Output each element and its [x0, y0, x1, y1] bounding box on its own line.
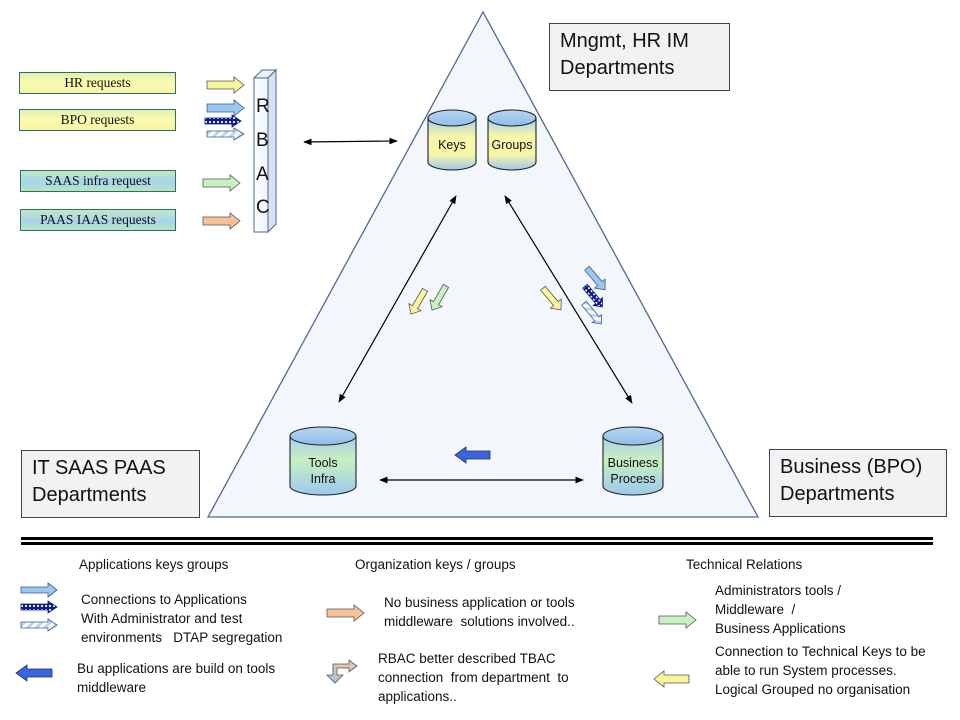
arrow-bpo-striped	[206, 127, 245, 141]
legend-text-line: able to run System processes.	[715, 663, 897, 678]
arrow-paas-orange	[202, 212, 241, 230]
legend-text-admin-tools: Administrators tools / Middleware / Busi…	[715, 581, 846, 638]
legend-heading-applications: Applications keys groups	[79, 557, 229, 572]
legend-bent-arrow	[326, 659, 358, 684]
dept-it-saas-paas[interactable]: IT SAAS PAAS Departments	[21, 450, 200, 518]
legend-text-rbac-tbac: RBAC better described TBAC connection fr…	[378, 649, 569, 706]
request-hr[interactable]: HR requests	[19, 72, 176, 94]
legend-text-line: Connection to Technical Keys to be	[715, 644, 926, 659]
dept-it-line1: IT SAAS PAAS	[32, 457, 166, 479]
request-paas[interactable]: PAAS IAAS requests	[20, 209, 176, 231]
legend-text-line: RBAC better described TBAC	[378, 651, 556, 666]
legend-arrow-green	[658, 611, 697, 629]
legend-text-line: No business application or tools	[384, 595, 575, 610]
legend-text-connections: Connections to Applications With Adminis…	[81, 590, 282, 647]
rbac-letter-b: B	[256, 130, 269, 151]
arrow-hr-yellow	[206, 76, 245, 94]
legend-arrow-orange	[326, 604, 365, 622]
dept-business-line1: Business (BPO)	[780, 456, 923, 478]
dept-mngmt-line1: Mngmt, HR IM	[560, 30, 689, 52]
cylinder-business-line2: Process	[610, 472, 656, 486]
rbac-letter-r: R	[256, 96, 270, 117]
legend-text-line: applications..	[378, 689, 457, 704]
legend-text-line: middleware solutions involved..	[384, 614, 575, 629]
arrow-bpo-dotted	[204, 114, 242, 128]
rbac-letter-a: A	[256, 164, 269, 185]
legend-text-line: environments DTAP segregation	[81, 630, 283, 645]
legend-text-line: connection from department to	[378, 670, 569, 685]
separator	[21, 537, 933, 545]
legend-text-line: Bu applications are build on tools	[77, 661, 276, 676]
cylinder-tools-line1: Tools	[308, 456, 338, 470]
legend-text-line: With Administrator and test	[81, 611, 243, 626]
legend-text-line: middleware	[77, 680, 147, 695]
legend-text-line: Business Applications	[715, 621, 846, 636]
arrow-bpo-blue	[206, 99, 245, 117]
dept-business-bpo[interactable]: Business (BPO) Departments	[769, 449, 947, 517]
legend-arrow-dotted	[20, 600, 58, 614]
cylinder-business-line1: Business	[607, 456, 659, 470]
cylinder-business-label: Business Process	[601, 455, 665, 487]
cylinder-groups-label: Groups	[491, 138, 533, 152]
legend-heading-organization: Organization keys / groups	[355, 557, 516, 572]
legend-arrow-striped	[20, 618, 58, 632]
legend-heading-technical: Technical Relations	[686, 557, 803, 572]
legend-text-line: Logical Grouped no organisation	[715, 682, 911, 697]
cylinder-tools-label: Tools Infra	[290, 455, 356, 487]
cylinder-keys-label: Keys	[438, 138, 466, 152]
legend-text-no-business: No business application or tools middlew…	[384, 593, 575, 631]
dept-mngmt-line2: Departments	[560, 57, 675, 79]
arrow-saas-green	[202, 174, 241, 192]
legend-text-bu-applications: Bu applications are build on tools middl…	[77, 659, 275, 697]
rbac-letter-c: C	[256, 197, 270, 218]
legend-arrow-dark-blue	[15, 664, 53, 682]
legend-arrow-blue	[20, 582, 58, 598]
legend-text-technical-keys: Connection to Technical Keys to be able …	[715, 642, 926, 699]
request-bpo[interactable]: BPO requests	[19, 109, 176, 131]
legend-text-line: Connections to Applications	[81, 592, 247, 607]
dept-it-line2: Departments	[32, 484, 147, 506]
legend-text-line: Middleware /	[715, 602, 796, 617]
cylinder-tools-line2: Infra	[310, 472, 336, 486]
dept-business-line2: Departments	[780, 483, 895, 505]
legend-arrow-yellow-left	[653, 670, 690, 688]
dept-mngmt-hr-im[interactable]: Mngmt, HR IM Departments	[549, 23, 730, 91]
legend-text-line: Administrators tools /	[715, 583, 842, 598]
connector-rbac-keys	[303, 137, 398, 146]
request-saas[interactable]: SAAS infra request	[20, 170, 176, 192]
